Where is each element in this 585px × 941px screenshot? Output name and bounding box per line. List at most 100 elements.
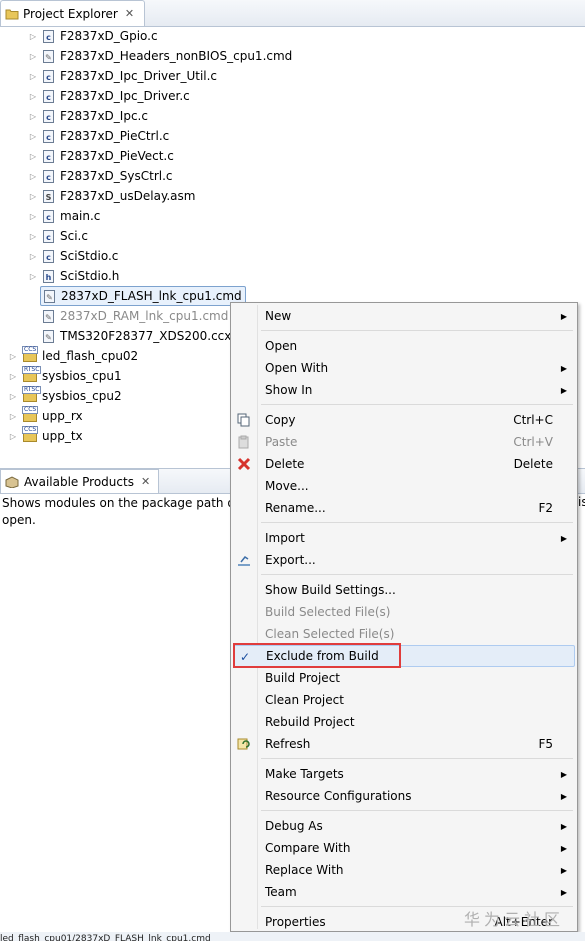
expand-arrow-icon[interactable]: ▷: [28, 92, 38, 101]
expand-arrow-icon[interactable]: ▷: [28, 132, 38, 141]
tree-item-file[interactable]: ▷ c Sci.c: [28, 226, 88, 246]
tree-item-file[interactable]: ▷ c F2837xD_Ipc.c: [28, 106, 148, 126]
close-icon[interactable]: ✕: [125, 7, 134, 20]
menu-item-open[interactable]: Open: [233, 335, 575, 357]
file-label: F2837xD_PieCtrl.c: [60, 129, 170, 143]
expand-arrow-icon[interactable]: ▷: [28, 272, 38, 281]
project-folder-icon: RTSC: [22, 386, 42, 402]
menu-item-make-targets[interactable]: Make Targets ▶: [233, 763, 575, 785]
linker-file-icon: ✎: [43, 329, 54, 343]
menu-item-open-with[interactable]: Open With ▶: [233, 357, 575, 379]
menu-item-import[interactable]: Import ▶: [233, 527, 575, 549]
menu-item-label: Show In: [265, 383, 313, 397]
menu-item-team[interactable]: Team ▶: [233, 881, 575, 903]
tree-item-file[interactable]: ▷ c SciStdio.c: [28, 246, 118, 266]
project-label: sysbios_cpu1: [42, 369, 122, 383]
menu-item-clean-selected-file-s: Clean Selected File(s): [233, 623, 575, 645]
project-folder-icon: CCS: [22, 426, 39, 442]
project-badge: RTSC: [22, 366, 42, 374]
tree-item-file[interactable]: ▷ ✎ F2837xD_Headers_nonBIOS_cpu1.cmd: [28, 46, 292, 66]
tree-item-file[interactable]: ▷ c F2837xD_Ipc_Driver_Util.c: [28, 66, 217, 86]
description-line: Shows modules on the package path o: [2, 496, 235, 510]
tree-item-linker-file[interactable]: ✎ 2837xD_FLASH_lnk_cpu1.cmd: [40, 286, 246, 306]
menu-item-copy[interactable]: Copy Ctrl+C: [233, 409, 575, 431]
menu-item-label: Export...: [265, 553, 316, 567]
menu-item-rebuild-project[interactable]: Rebuild Project: [233, 711, 575, 733]
selected-item[interactable]: ✎ 2837xD_FLASH_lnk_cpu1.cmd: [40, 286, 246, 306]
file-label: SciStdio.c: [60, 249, 119, 263]
package-icon: [5, 475, 19, 488]
menu-item-clean-project[interactable]: Clean Project: [233, 689, 575, 711]
menu-item-label: Delete: [265, 457, 305, 471]
menu-item-new[interactable]: New ▶: [233, 305, 575, 327]
expand-arrow-icon[interactable]: ▷: [8, 372, 18, 381]
project-badge: CCS: [22, 406, 39, 414]
tree-item-file[interactable]: ▷ c main.c: [28, 206, 100, 226]
tab-project-explorer[interactable]: Project Explorer ✕: [0, 0, 146, 26]
menu-item-build-selected-file-s: Build Selected File(s): [233, 601, 575, 623]
submenu-arrow-icon: ▶: [560, 533, 567, 543]
menu-item-label: Properties: [265, 915, 326, 929]
tree-item-file[interactable]: ▷ S F2837xD_usDelay.asm: [28, 186, 196, 206]
tree-item-project[interactable]: ▷ CCS upp_rx: [8, 406, 83, 426]
tree-item-file[interactable]: ▷ c F2837xD_SysCtrl.c: [28, 166, 173, 186]
expand-arrow-icon[interactable]: ▷: [28, 72, 38, 81]
expand-arrow-icon[interactable]: ▷: [8, 412, 18, 421]
submenu-arrow-icon: ▶: [560, 843, 567, 853]
project-badge: CCS: [22, 426, 39, 434]
menu-item-build-project[interactable]: Build Project: [233, 667, 575, 689]
expand-arrow-icon[interactable]: ▷: [8, 352, 18, 361]
menu-separator: [261, 574, 573, 575]
menu-item-debug-as[interactable]: Debug As ▶: [233, 815, 575, 837]
tree-item-file[interactable]: ▷ c F2837xD_Ipc_Driver.c: [28, 86, 190, 106]
menu-item-resource-configurations[interactable]: Resource Configurations ▶: [233, 785, 575, 807]
expand-arrow-icon[interactable]: ▷: [28, 32, 38, 41]
close-icon[interactable]: ✕: [141, 475, 150, 488]
expand-arrow-icon[interactable]: ▷: [28, 252, 38, 261]
menu-item-label: Copy: [265, 413, 296, 427]
tree-item-project[interactable]: ▷ RTSC sysbios_cpu2: [8, 386, 122, 406]
expand-arrow-icon[interactable]: ▷: [28, 152, 38, 161]
tree-item-project[interactable]: ▷ CCS led_flash_cpu02: [8, 346, 138, 366]
tree-item-file[interactable]: ▷ c F2837xD_Gpio.c: [28, 26, 158, 46]
expand-arrow-icon[interactable]: ▷: [8, 432, 18, 441]
file-label: F2837xD_SysCtrl.c: [60, 169, 173, 183]
c-file-icon: c: [43, 69, 54, 83]
menu-item-show-build-settings[interactable]: Show Build Settings...: [233, 579, 575, 601]
tree-item-file[interactable]: ▷ c F2837xD_PieCtrl.c: [28, 126, 169, 146]
menu-item-shortcut: Ctrl+V: [513, 435, 553, 449]
folder-icon: [5, 9, 19, 19]
expand-arrow-icon[interactable]: ▷: [28, 212, 38, 221]
menu-item-label: Make Targets: [265, 767, 344, 781]
menu-item-compare-with[interactable]: Compare With ▶: [233, 837, 575, 859]
description-tail: is: [578, 495, 585, 509]
menu-item-label: Open: [265, 339, 298, 353]
tab-available-products[interactable]: Available Products ✕: [0, 469, 160, 493]
tree-item-linker-file[interactable]: ✎ TMS320F28377_XDS200.ccxml: [43, 326, 246, 346]
file-label: F2837xD_Gpio.c: [60, 29, 158, 43]
tree-item-file[interactable]: ▷ h SciStdio.h: [28, 266, 119, 286]
tree-item-linker-file[interactable]: ✎ 2837xD_RAM_lnk_cpu1.cmd: [43, 306, 228, 326]
menu-item-export[interactable]: Export...: [233, 549, 575, 571]
tree-item-project[interactable]: ▷ RTSC sysbios_cpu1: [8, 366, 122, 386]
expand-arrow-icon[interactable]: ▷: [28, 232, 38, 241]
menu-item-delete[interactable]: Delete Delete: [233, 453, 575, 475]
menu-item-rename[interactable]: Rename... F2: [233, 497, 575, 519]
expand-arrow-icon[interactable]: ▷: [28, 52, 38, 61]
project-badge: RTSC: [22, 386, 42, 394]
menu-item-show-in[interactable]: Show In ▶: [233, 379, 575, 401]
menu-item-shortcut: F2: [538, 501, 553, 515]
tree-item-project[interactable]: ▷ CCS upp_tx: [8, 426, 83, 446]
menu-item-replace-with[interactable]: Replace With ▶: [233, 859, 575, 881]
expand-arrow-icon[interactable]: ▷: [28, 192, 38, 201]
tree-item-file[interactable]: ▷ c F2837xD_PieVect.c: [28, 146, 174, 166]
expand-arrow-icon[interactable]: ▷: [8, 392, 18, 401]
menu-separator: [261, 404, 573, 405]
project-label: upp_rx: [42, 409, 83, 423]
expand-arrow-icon[interactable]: ▷: [28, 112, 38, 121]
menu-item-refresh[interactable]: Refresh F5: [233, 733, 575, 755]
menu-item-move[interactable]: Move...: [233, 475, 575, 497]
expand-arrow-icon[interactable]: ▷: [28, 172, 38, 181]
refresh-icon: [237, 737, 251, 751]
file-label: 2837xD_FLASH_lnk_cpu1.cmd: [61, 289, 242, 303]
